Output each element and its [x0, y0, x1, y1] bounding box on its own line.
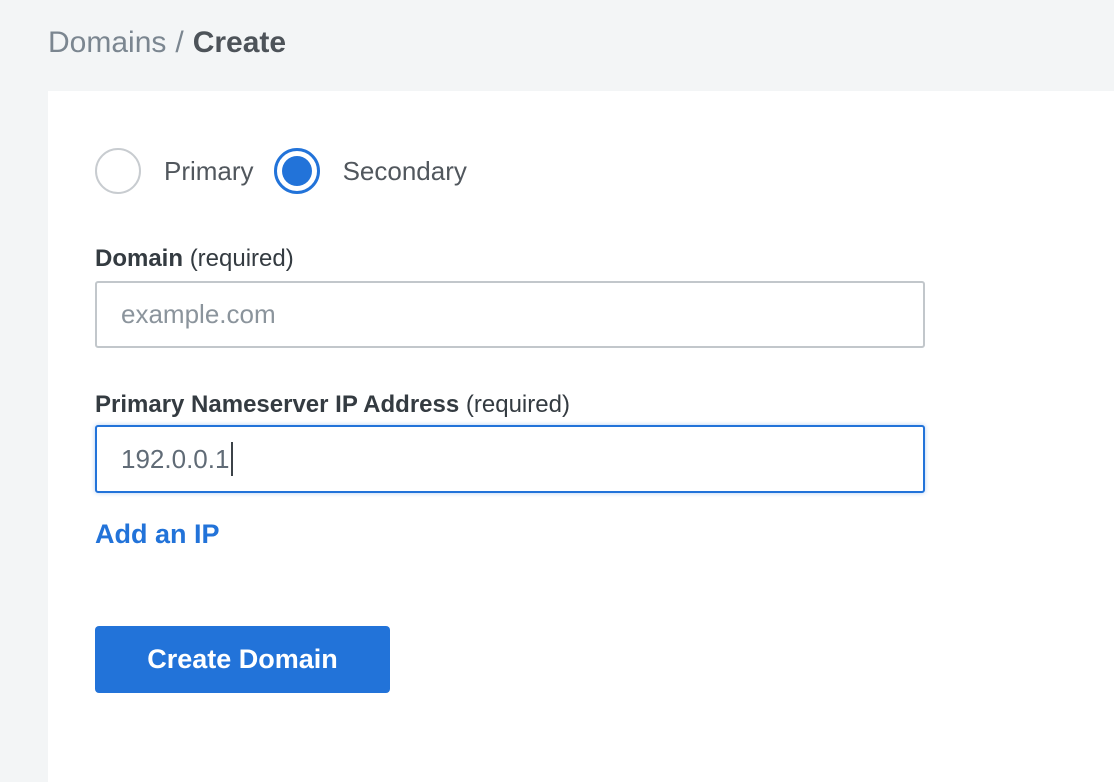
ip-input-value: 192.0.0.1 — [121, 444, 229, 475]
breadcrumb-separator: / — [175, 26, 183, 59]
ip-required-note: (required) — [466, 391, 570, 418]
breadcrumb: Domains / Create — [48, 25, 1114, 61]
breadcrumb-domains-link[interactable]: Domains — [48, 26, 166, 59]
create-domain-button[interactable]: Create Domain — [95, 626, 390, 693]
domain-label-text: Domain — [95, 245, 183, 272]
radio-selected-icon[interactable] — [274, 148, 320, 194]
radio-dot — [282, 156, 312, 186]
radio-unselected-icon[interactable] — [95, 148, 141, 194]
add-an-ip-link[interactable]: Add an IP — [95, 519, 220, 549]
radio-secondary-label: Secondary — [343, 156, 467, 187]
ip-field-label: Primary Nameserver IP Address (required) — [95, 392, 1067, 418]
domain-input[interactable] — [95, 281, 925, 348]
page-header: Domains / Create — [0, 0, 1114, 91]
radio-primary-label: Primary — [164, 156, 254, 187]
radio-option-primary[interactable]: Primary — [95, 148, 254, 194]
domain-required-note: (required) — [190, 245, 294, 272]
domain-type-radio-group: Primary Secondary — [95, 148, 1067, 194]
ip-field-group: Primary Nameserver IP Address (required)… — [95, 392, 1067, 493]
radio-option-secondary[interactable]: Secondary — [274, 148, 467, 194]
ip-label-text: Primary Nameserver IP Address — [95, 391, 459, 418]
page-title: Create — [193, 26, 286, 59]
domain-field-group: Domain (required) — [95, 246, 1067, 348]
create-domain-card: Primary Secondary Domain (required) Prim… — [48, 91, 1114, 782]
domain-field-label: Domain (required) — [95, 246, 1067, 272]
text-caret — [231, 442, 233, 476]
primary-ns-ip-input[interactable]: 192.0.0.1 — [95, 425, 925, 493]
